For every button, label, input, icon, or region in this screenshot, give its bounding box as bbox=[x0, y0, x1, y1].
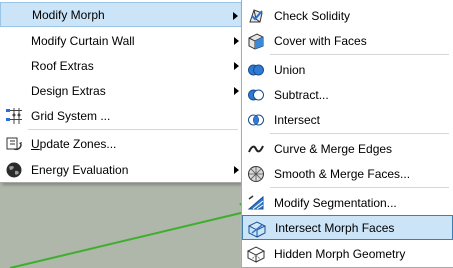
update-zones-icon bbox=[6, 137, 22, 151]
intersect-icon bbox=[248, 114, 264, 126]
menu-item-label: Modify Curtain Wall bbox=[31, 33, 135, 48]
menu-item-update-zones[interactable]: Update Zones... bbox=[0, 131, 242, 156]
modify-morph-submenu: Check Solidity Cover with Faces Union Su… bbox=[241, 0, 453, 268]
menu-item-subtract[interactable]: Subtract... bbox=[242, 82, 453, 107]
menu-item-design-extras[interactable]: Design Extras bbox=[0, 78, 242, 103]
check-solidity-icon bbox=[249, 9, 263, 23]
union-icon bbox=[248, 64, 264, 76]
menu-item-label: Intersect bbox=[274, 112, 321, 127]
menu-item-label: Subtract... bbox=[274, 87, 329, 102]
cover-faces-icon bbox=[248, 33, 264, 50]
menu-item-label: Modify Segmentation... bbox=[274, 195, 397, 210]
submenu-arrow-icon bbox=[233, 12, 238, 20]
context-menu: Modify Morph Modify Curtain Wall Roof Ex… bbox=[0, 0, 243, 183]
menu-item-label: Smooth & Merge Faces... bbox=[274, 166, 411, 181]
menu-separator bbox=[270, 54, 449, 55]
hidden-geometry-icon bbox=[247, 246, 265, 263]
menu-item-grid-system[interactable]: Grid System ... bbox=[0, 103, 242, 128]
smooth-faces-icon bbox=[248, 166, 264, 182]
menu-item-energy-evaluation[interactable]: Energy Evaluation bbox=[0, 157, 242, 182]
menu-item-label: Cover with Faces bbox=[274, 33, 367, 48]
menu-item-hidden-morph-geometry[interactable]: Hidden Morph Geometry bbox=[242, 241, 453, 266]
menu-separator bbox=[270, 133, 449, 134]
menu-item-modify-morph[interactable]: Modify Morph bbox=[0, 2, 242, 27]
submenu-arrow-icon bbox=[234, 37, 239, 45]
submenu-arrow-icon bbox=[234, 62, 239, 70]
menu-item-intersect[interactable]: Intersect bbox=[242, 107, 453, 132]
menu-item-label: Roof Extras bbox=[31, 58, 94, 73]
menu-item-smooth-merge-faces[interactable]: Smooth & Merge Faces... bbox=[242, 161, 453, 186]
menu-item-label: Update Zones... bbox=[31, 136, 117, 151]
segmentation-icon bbox=[247, 195, 264, 210]
menu-item-modify-curtain-wall[interactable]: Modify Curtain Wall bbox=[0, 28, 242, 53]
menu-item-label: Grid System ... bbox=[31, 108, 111, 123]
menu-separator bbox=[270, 187, 449, 188]
menu-item-label: Union bbox=[274, 62, 306, 77]
menu-item-label: Modify Morph bbox=[32, 7, 105, 22]
menu-item-curve-merge-edges[interactable]: Curve & Merge Edges bbox=[242, 136, 453, 161]
menu-item-modify-segmentation[interactable]: Modify Segmentation... bbox=[242, 190, 453, 215]
menu-item-roof-extras[interactable]: Roof Extras bbox=[0, 53, 242, 78]
menu-item-union[interactable]: Union bbox=[242, 57, 453, 82]
menu-item-check-solidity[interactable]: Check Solidity bbox=[242, 3, 453, 28]
curve-edges-icon bbox=[248, 145, 264, 153]
globe-icon bbox=[6, 162, 22, 178]
menu-item-label: Curve & Merge Edges bbox=[274, 141, 393, 156]
subtract-icon bbox=[248, 89, 264, 101]
menu-separator bbox=[28, 129, 238, 130]
menu-item-label: Hidden Morph Geometry bbox=[274, 246, 406, 261]
menu-item-label: Energy Evaluation bbox=[31, 162, 129, 177]
submenu-arrow-icon bbox=[234, 87, 239, 95]
menu-item-intersect-morph-faces[interactable]: Intersect Morph Faces bbox=[242, 215, 453, 240]
menu-item-label: Check Solidity bbox=[274, 8, 351, 23]
menu-item-cover-with-faces[interactable]: Cover with Faces bbox=[242, 28, 453, 53]
grid-system-icon bbox=[6, 108, 22, 124]
submenu-arrow-icon bbox=[234, 166, 239, 174]
intersect-morph-faces-icon bbox=[248, 221, 266, 238]
menu-item-label: Intersect Morph Faces bbox=[275, 220, 395, 235]
menu-item-label: Design Extras bbox=[31, 83, 106, 98]
